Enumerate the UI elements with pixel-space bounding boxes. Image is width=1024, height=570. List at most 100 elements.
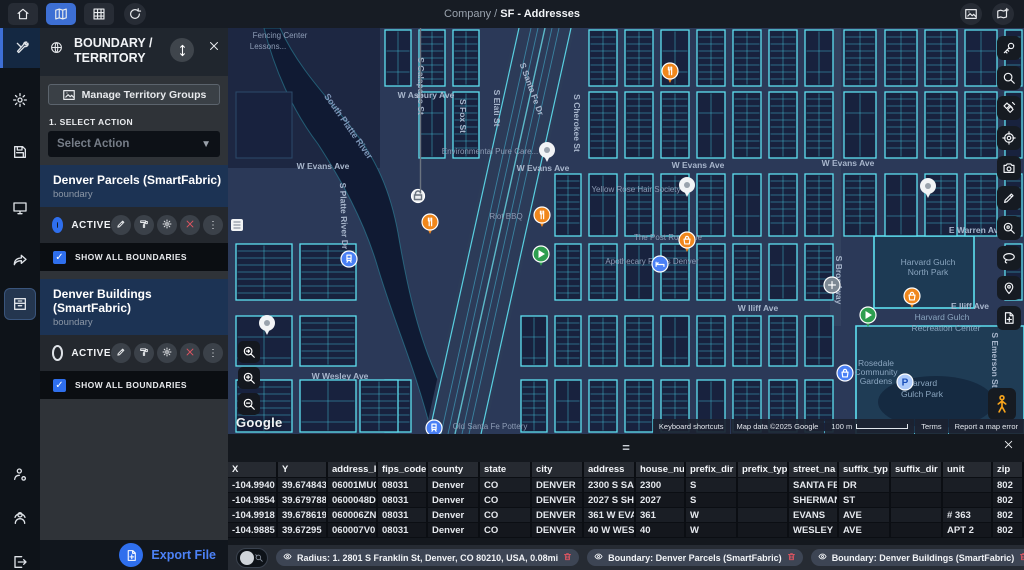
map-marker-sign[interactable] [231,219,243,231]
map-view-button[interactable] [46,3,76,25]
keyboard-shortcuts-link[interactable]: Keyboard shortcuts [653,419,730,434]
column-header[interactable]: street_na [789,462,839,478]
table-cell [891,508,943,523]
active-radio[interactable] [52,217,63,233]
export-file-icon[interactable] [119,543,143,567]
select-action-dropdown[interactable]: Select Action▼ [48,131,220,157]
table-cell: 39.674843 [278,478,328,493]
chip-delete-icon[interactable] [787,552,796,563]
table-close-button[interactable] [1003,439,1014,450]
drag-handle[interactable]: = [622,440,630,455]
manage-territory-groups-button[interactable]: Manage Territory Groups [48,84,220,105]
visibility-toggle[interactable] [236,548,268,568]
pegman-control[interactable] [988,388,1016,420]
active-radio[interactable] [52,345,63,361]
logout-button[interactable] [4,546,36,570]
map-marker-parking[interactable]: P [897,374,913,390]
remove-boundary-button[interactable] [180,343,200,363]
eye-icon[interactable] [283,552,292,563]
grid-view-button[interactable] [84,3,114,25]
table-drag-strip[interactable]: = [228,434,1024,460]
panel-close-button[interactable] [208,40,220,52]
map-marker-blue[interactable] [837,365,853,381]
column-header[interactable]: zip [993,462,1024,478]
column-header[interactable]: prefix_dir [686,462,738,478]
column-header[interactable]: Y [278,462,328,478]
column-header[interactable]: house_nu [636,462,686,478]
boundary-section-header[interactable]: Denver Buildings (SmartFabric)boundary [40,279,228,335]
user-settings-tab[interactable] [4,458,36,490]
draw-tool-button[interactable] [997,186,1021,210]
table-row[interactable]: -104.991839.678619060006ZN08031DenverCOD… [228,508,1024,523]
presentation-tab[interactable] [4,192,36,224]
table-row[interactable]: -104.985439.6797880600048D08031DenverCOD… [228,493,1024,508]
style-boundary-button[interactable] [134,215,154,235]
streetview-capture-button[interactable] [997,156,1021,180]
edit-boundary-button[interactable] [111,215,131,235]
edit-boundary-button[interactable] [111,343,131,363]
zoom-out-button[interactable] [238,393,260,415]
column-header[interactable]: address [584,462,636,478]
share-tab[interactable] [4,244,36,276]
search-tool-button[interactable] [997,66,1021,90]
support-tab[interactable] [4,502,36,534]
selection-chip[interactable]: Boundary: Denver Parcels (SmartFabric) [587,549,803,566]
screenshot-button[interactable] [960,3,982,25]
column-header[interactable]: fips_code [378,462,428,478]
table-cell: -104.9940 [228,478,278,493]
zoom-search-button[interactable] [997,216,1021,240]
eye-icon[interactable] [594,552,603,563]
chip-delete-icon[interactable] [563,552,572,563]
boundary-settings-button[interactable] [157,343,177,363]
column-header[interactable]: suffix_typ [839,462,891,478]
column-header[interactable]: unit [943,462,993,478]
eye-icon[interactable] [818,552,827,563]
zoom-fit-button[interactable] [238,341,260,363]
export-file-button[interactable]: Export File [151,548,216,562]
boundary-section-header[interactable]: Denver Parcels (SmartFabric)boundary [40,165,228,207]
chip-delete-icon[interactable] [1019,552,1024,563]
save-tab[interactable] [4,136,36,168]
report-map-error-link[interactable]: Report a map error [949,419,1024,434]
column-header[interactable]: prefix_typ [738,462,789,478]
table-row[interactable]: -104.994039.67484306001MU008031DenverCOD… [228,478,1024,493]
table-row[interactable]: -104.988539.67295060007V008031DenverCODE… [228,523,1024,538]
lasso-tool-button[interactable] [997,246,1021,270]
home-button[interactable] [8,3,38,25]
column-header[interactable]: county [428,462,480,478]
remove-boundary-button[interactable] [180,215,200,235]
column-header[interactable]: city [532,462,584,478]
column-header[interactable]: suffix_dir [891,462,943,478]
selection-chip[interactable]: Radius: 1. 2801 S Franklin St, Denver, C… [276,549,579,566]
zoom-in-button[interactable] [238,367,260,389]
table-cell: CO [480,508,532,523]
map-canvas[interactable]: W Evans AveW Evans AveW Evans AveW Evans… [228,28,1024,434]
selection-chip[interactable]: Boundary: Denver Buildings (SmartFabric) [811,549,1024,566]
pin-tool-button[interactable] [997,276,1021,300]
show-all-checkbox[interactable]: ✓ [53,251,66,264]
more-options-button[interactable]: ⋮ [203,215,223,235]
map-marker-church[interactable] [824,277,840,293]
column-header[interactable]: address_l [328,462,378,478]
table-cell: S [686,478,738,493]
terms-link[interactable]: Terms [915,419,947,434]
style-boundary-button[interactable] [134,343,154,363]
key-tool-button[interactable] [997,36,1021,60]
show-all-checkbox[interactable]: ✓ [53,379,66,392]
boundary-tool-tab[interactable] [4,288,36,320]
new-map-button[interactable] [992,3,1014,25]
settings-tab[interactable] [4,84,36,116]
column-header[interactable]: state [480,462,532,478]
undo-button[interactable] [124,3,146,25]
map-marker-train[interactable] [426,420,442,434]
panel-move-button[interactable] [170,38,194,62]
boundary-settings-button[interactable] [157,215,177,235]
tools-tab[interactable] [0,28,40,68]
column-header[interactable]: X [228,462,278,478]
more-options-button[interactable]: ⋮ [203,343,223,363]
file-tool-button[interactable] [997,306,1021,330]
map-marker-blue[interactable] [341,251,357,267]
locate-tool-button[interactable] [997,126,1021,150]
map-marker-blue[interactable] [652,256,668,272]
satellite-tool-button[interactable] [997,96,1021,120]
